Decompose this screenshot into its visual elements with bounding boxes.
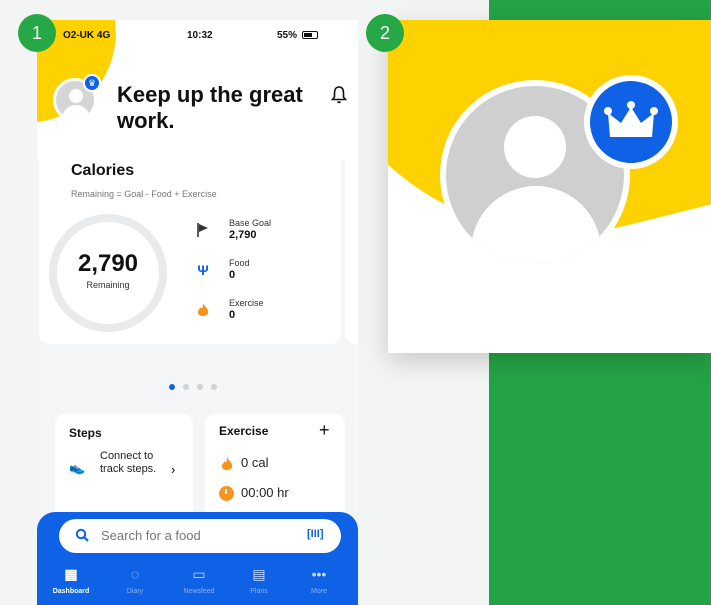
battery-percent: 55% bbox=[277, 30, 298, 41]
flag-icon bbox=[197, 223, 208, 237]
exercise-calories: 0 cal bbox=[241, 455, 269, 470]
shoe-icon: 👟 bbox=[69, 460, 86, 475]
chevron-right-icon[interactable]: › bbox=[171, 462, 175, 477]
add-exercise-button[interactable]: + bbox=[319, 420, 330, 441]
tab-bar: ▦ Dashboard ◌ Diary ▭ Newsfeed ▤ Plans •… bbox=[37, 565, 358, 605]
pager-dot[interactable] bbox=[183, 384, 189, 390]
flame-icon bbox=[221, 456, 233, 470]
stat-label: Exercise bbox=[229, 298, 264, 308]
steps-title: Steps bbox=[69, 426, 102, 440]
battery-status: 55% bbox=[277, 30, 318, 41]
stat-value: 0 bbox=[229, 269, 236, 281]
tab-newsfeed[interactable]: ▭ Newsfeed bbox=[169, 565, 229, 595]
exercise-title: Exercise bbox=[219, 424, 269, 438]
callout-badge-1: 1 bbox=[18, 14, 56, 52]
fork-knife-icon: Ψ bbox=[197, 262, 209, 278]
calories-formula: Remaining = Goal - Food + Exercise bbox=[71, 189, 217, 199]
stat-food: Ψ Food 0 bbox=[195, 258, 295, 288]
more-icon: ••• bbox=[311, 566, 327, 582]
stat-base-goal: Base Goal 2,790 bbox=[195, 218, 295, 248]
steps-connect-text[interactable]: Connect to track steps. bbox=[100, 450, 160, 476]
tab-label: Dashboard bbox=[52, 588, 90, 595]
tab-more[interactable]: ••• More bbox=[289, 565, 349, 595]
tab-plans[interactable]: ▤ Plans bbox=[229, 565, 289, 595]
pager-dot[interactable] bbox=[211, 384, 217, 390]
exercise-duration: 00:00 hr bbox=[241, 485, 289, 500]
carrier-label: O2-UK 4G bbox=[63, 30, 111, 41]
pager-dot-active[interactable] bbox=[169, 384, 175, 390]
tab-label: Plans bbox=[250, 588, 268, 595]
phone-screen: O2-UK 4G 10:32 55% ♛ Keep up the great w… bbox=[37, 20, 358, 605]
exercise-duration-row: 00:00 hr bbox=[219, 485, 289, 502]
stat-label: Food bbox=[229, 258, 250, 268]
canvas: O2-UK 4G 10:32 55% ♛ Keep up the great w… bbox=[0, 0, 711, 605]
crown-glyph-icon bbox=[604, 101, 658, 137]
tab-label: Diary bbox=[126, 588, 144, 595]
clock-icon bbox=[219, 486, 234, 502]
search-input[interactable]: Search for a food bbox=[101, 528, 201, 543]
stat-label: Base Goal bbox=[229, 218, 272, 228]
clock: 10:32 bbox=[187, 30, 213, 41]
stat-value: 0 bbox=[229, 309, 236, 321]
calories-remaining-value: 2,790 bbox=[77, 250, 139, 277]
pager-dot[interactable] bbox=[197, 384, 203, 390]
premium-crown-icon bbox=[584, 75, 678, 169]
tab-label: More bbox=[311, 588, 327, 595]
callout-badge-2: 2 bbox=[366, 14, 404, 52]
search-bar[interactable]: Search for a food [III] bbox=[59, 519, 341, 553]
search-icon bbox=[75, 528, 89, 542]
newsfeed-icon: ▭ bbox=[192, 566, 206, 582]
dashboard-icon: ▦ bbox=[64, 566, 78, 582]
carousel-pager[interactable] bbox=[169, 377, 225, 390]
tab-dashboard[interactable]: ▦ Dashboard bbox=[41, 565, 101, 595]
premium-crown-icon: ♛ bbox=[83, 74, 101, 92]
flame-icon bbox=[197, 303, 209, 316]
avatar-head-icon bbox=[504, 116, 566, 178]
tab-label: Newsfeed bbox=[183, 588, 215, 595]
next-card-peek[interactable] bbox=[345, 142, 358, 344]
exercise-calories-row: 0 cal bbox=[219, 455, 268, 472]
battery-icon bbox=[301, 31, 318, 40]
calories-remaining-label: Remaining bbox=[86, 280, 130, 290]
avatar-head-icon bbox=[69, 89, 83, 103]
plans-icon: ▤ bbox=[252, 566, 266, 582]
avatar-body-icon bbox=[471, 186, 601, 264]
status-bar: O2-UK 4G 10:32 55% bbox=[37, 30, 358, 46]
diary-icon: ◌ bbox=[130, 566, 140, 582]
calories-title: Calories bbox=[71, 162, 135, 179]
bell-icon[interactable] bbox=[331, 86, 347, 104]
stat-exercise: Exercise 0 bbox=[195, 298, 295, 328]
zoomed-avatar-panel bbox=[388, 20, 711, 353]
tab-diary[interactable]: ◌ Diary bbox=[105, 565, 165, 595]
page-title: Keep up the great work. bbox=[117, 82, 303, 133]
stat-value: 2,790 bbox=[229, 229, 257, 241]
barcode-scan-icon[interactable]: [III] bbox=[307, 528, 324, 540]
